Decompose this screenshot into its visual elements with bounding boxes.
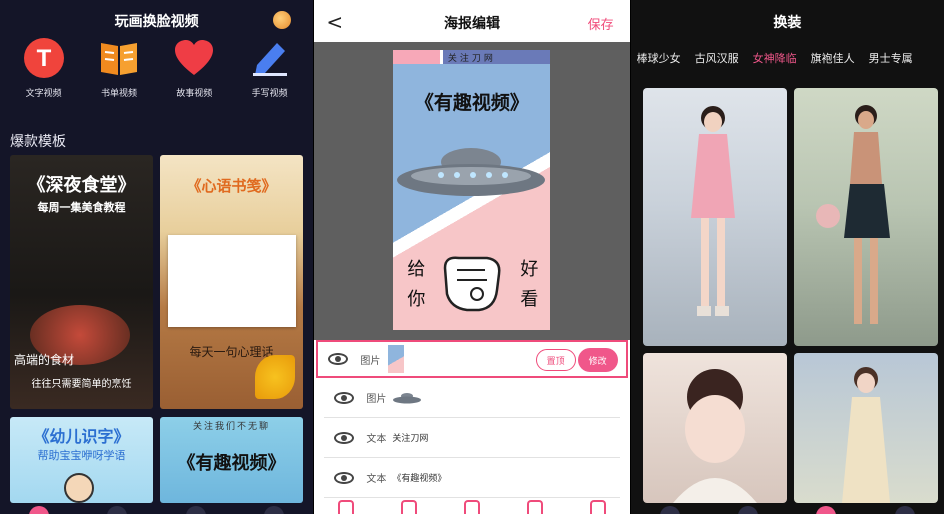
layer-row-selected[interactable]: 图片 置顶 修改 bbox=[316, 340, 628, 378]
poster-right-text: 好看 bbox=[520, 259, 539, 310]
pen-icon bbox=[248, 36, 292, 80]
text-t-icon: T bbox=[22, 36, 66, 80]
template-title: 《心语书笺》 bbox=[186, 177, 277, 195]
bottom-nav bbox=[0, 504, 313, 514]
nav-item-icon[interactable] bbox=[894, 506, 915, 514]
template-title: 《有趣视频》 bbox=[177, 453, 286, 474]
tool-icon[interactable] bbox=[337, 500, 354, 514]
template-subtitle: 帮助宝宝咿呀学语 bbox=[37, 449, 126, 462]
nav-item-icon[interactable] bbox=[107, 506, 128, 514]
pin-top-button[interactable]: 置顶 bbox=[535, 349, 576, 371]
save-button[interactable]: 保存 bbox=[588, 14, 614, 33]
shortcut-label: 手写视频 bbox=[251, 89, 288, 99]
layer-type: 图片 bbox=[360, 355, 381, 367]
template-top-text: 关注我们不无聊 bbox=[192, 422, 270, 432]
template-card[interactable]: 《心语书笺》 每天一句心理话 bbox=[160, 155, 303, 409]
shortcut-label: 书单视频 bbox=[100, 89, 137, 99]
template-card[interactable]: 《深夜食堂》 每周一集美食教程 高端的食材 往往只需要简单的烹饪 bbox=[10, 155, 153, 409]
shortcut-label: 文字视频 bbox=[25, 89, 62, 99]
layer-list: 图片 置顶 修改 图片 文本 关注刀网 文本 《有趣视频》 bbox=[314, 340, 630, 514]
tab-baseball-girl[interactable]: 棒球少女 bbox=[637, 50, 681, 66]
outfit-panel: 换装 棒球少女 古风汉服 女神降临 旗袍佳人 男士专属 bbox=[630, 0, 944, 514]
nav-item-icon[interactable] bbox=[659, 506, 680, 514]
eye-icon[interactable] bbox=[334, 391, 355, 404]
layer-type: 文本 bbox=[366, 474, 387, 485]
heart-icon bbox=[172, 36, 216, 80]
shortcut-label: 故事视频 bbox=[176, 89, 213, 99]
page-title: 换装 bbox=[773, 15, 802, 31]
template-line: 高端的食材 bbox=[14, 353, 75, 367]
leaf-image bbox=[255, 355, 295, 399]
poster-top-text: 关注刀网 bbox=[447, 54, 496, 64]
header: < 海报编辑 保存 bbox=[314, 0, 630, 42]
nav-item-icon[interactable] bbox=[264, 506, 285, 514]
bottom-nav bbox=[631, 504, 944, 514]
layer-value: 《有趣视频》 bbox=[392, 474, 447, 484]
layer-thumbnail bbox=[388, 345, 405, 373]
home-panel: 玩画换脸视频 T 文字视频 书单视频 故事视频 手写视频 爆款模板 《深夜食堂》… bbox=[0, 0, 314, 514]
book-icon bbox=[97, 36, 141, 80]
category-tabs: 棒球少女 古风汉服 女神降临 旗袍佳人 男士专属 bbox=[637, 50, 944, 66]
tab-men[interactable]: 男士专属 bbox=[869, 50, 913, 66]
nav-active-icon[interactable] bbox=[816, 506, 837, 514]
poster-canvas[interactable]: 关注刀网 《有趣视频》 给你 好看 bbox=[393, 50, 551, 330]
tab-goddess[interactable]: 女神降临 bbox=[753, 50, 797, 66]
layer-type: 文本 bbox=[366, 434, 387, 445]
baby-icon bbox=[64, 473, 94, 503]
template-subtitle: 每周一集美食教程 bbox=[37, 201, 126, 214]
template-line: 往往只需要简单的烹饪 bbox=[31, 379, 132, 390]
tab-qipao[interactable]: 旗袍佳人 bbox=[811, 50, 855, 66]
tab-hanfu[interactable]: 古风汉服 bbox=[695, 50, 739, 66]
tool-icon[interactable] bbox=[400, 500, 417, 514]
shortcut-handwriting-video[interactable]: 手写视频 bbox=[233, 36, 307, 99]
edit-button[interactable]: 修改 bbox=[577, 348, 618, 372]
svg-text:T: T bbox=[36, 45, 51, 72]
poster-title: 《有趣视频》 bbox=[414, 92, 529, 114]
template-title: 《深夜食堂》 bbox=[27, 175, 136, 196]
layer-row[interactable]: 文本 关注刀网 bbox=[324, 418, 620, 458]
editor-toolbar bbox=[314, 500, 629, 514]
poster-left-text: 给你 bbox=[407, 259, 426, 310]
template-card[interactable]: 关注我们不无聊 《有趣视频》 bbox=[160, 417, 303, 503]
layer-type: 图片 bbox=[366, 394, 387, 405]
section-title: 爆款模板 bbox=[10, 134, 66, 150]
template-title: 《幼儿识字》 bbox=[33, 427, 130, 446]
eye-icon[interactable] bbox=[334, 471, 355, 484]
layer-value: 关注刀网 bbox=[392, 434, 429, 444]
poster-editor-panel: < 海报编辑 保存 关注刀网 《有趣视频》 给你 好看 图片 置顶 修改 图片 … bbox=[314, 0, 630, 514]
tool-icon[interactable] bbox=[527, 500, 544, 514]
template-card[interactable]: 《幼儿识字》 帮助宝宝咿呀学语 bbox=[10, 417, 153, 503]
shortcut-book-video[interactable]: 书单视频 bbox=[82, 36, 156, 99]
layer-row[interactable]: 文本 《有趣视频》 bbox=[324, 458, 620, 498]
eye-icon[interactable] bbox=[328, 353, 349, 365]
outfit-photo[interactable] bbox=[642, 88, 787, 346]
nav-item-icon[interactable] bbox=[738, 506, 759, 514]
layer-row[interactable]: 图片 bbox=[324, 378, 620, 418]
page-title: 海报编辑 bbox=[444, 16, 500, 32]
shortcut-row: T 文字视频 书单视频 故事视频 手写视频 bbox=[6, 36, 307, 99]
shortcut-text-video[interactable]: T 文字视频 bbox=[7, 36, 81, 99]
outfit-photo[interactable] bbox=[793, 353, 938, 503]
note-paper bbox=[168, 235, 296, 327]
nav-item-icon[interactable] bbox=[185, 506, 206, 514]
tool-icon[interactable] bbox=[590, 500, 607, 514]
shortcut-story-video[interactable]: 故事视频 bbox=[157, 36, 231, 99]
nav-home-icon[interactable] bbox=[29, 506, 50, 514]
page-title: 玩画换脸视频 bbox=[114, 14, 199, 30]
ufo-icon bbox=[397, 148, 546, 196]
pointing-hand-icon bbox=[444, 256, 501, 312]
outfit-photo[interactable] bbox=[793, 88, 938, 346]
eye-icon[interactable] bbox=[334, 431, 355, 444]
ufo-thumbnail-icon bbox=[393, 392, 422, 403]
tool-icon[interactable] bbox=[464, 500, 480, 514]
outfit-photo[interactable] bbox=[642, 353, 787, 503]
